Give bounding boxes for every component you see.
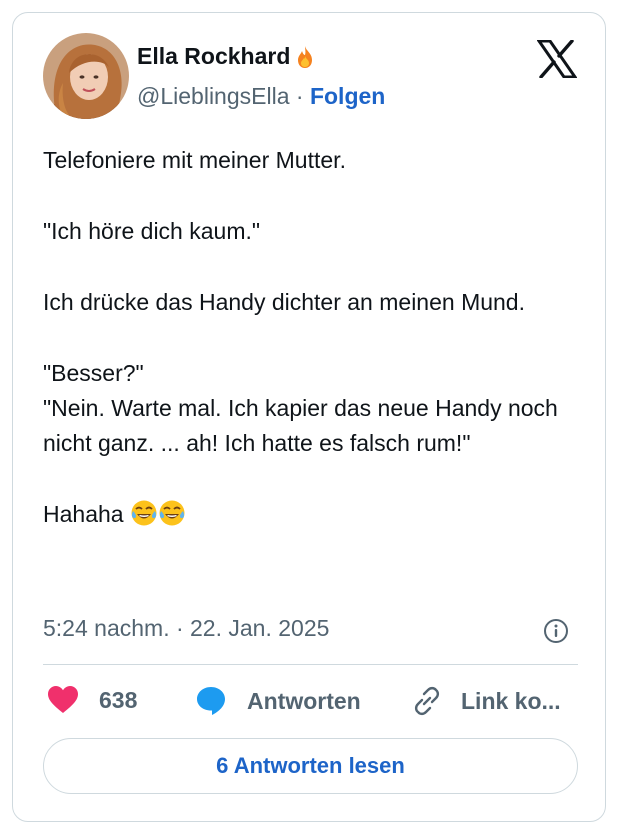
tweet-line: Hahaha: [43, 501, 124, 527]
reply-bubble-icon: [197, 687, 225, 715]
flame-icon: [292, 44, 318, 70]
copy-link-button[interactable]: Link ko...: [411, 685, 561, 717]
author-handle[interactable]: @LieblingsElla: [137, 83, 290, 109]
divider: [43, 664, 578, 665]
separator-dot: ·: [295, 83, 304, 109]
reply-label: Antworten: [247, 687, 361, 714]
tweet-line: "Besser?": [43, 360, 144, 386]
avatar-image: [43, 33, 129, 119]
copy-link-label: Link ko...: [461, 687, 561, 714]
link-icon: [414, 686, 440, 716]
avatar[interactable]: [43, 33, 129, 119]
tears-of-joy-emoji: [130, 499, 158, 527]
tweet-line: Telefoniere mit meiner Mutter.: [43, 147, 346, 173]
info-icon[interactable]: [543, 618, 569, 644]
display-name[interactable]: Ella Rockhard: [137, 43, 290, 70]
tweet-line: "Nein. Warte mal. Ich kapier das neue Ha…: [43, 395, 558, 456]
tweet-line: Ich drücke das Handy dichter an meinen M…: [43, 289, 525, 315]
tweet-line: "Ich höre dich kaum.": [43, 218, 261, 244]
reply-button[interactable]: Antworten: [195, 685, 361, 717]
heart-icon: [48, 686, 78, 713]
x-logo-icon[interactable]: [536, 39, 578, 79]
like-button[interactable]: 638: [47, 685, 137, 715]
read-replies-label: 6 Antworten lesen: [216, 753, 405, 778]
like-count: 638: [99, 686, 138, 713]
read-replies-button[interactable]: 6 Antworten lesen: [43, 738, 578, 794]
follow-button[interactable]: Folgen: [310, 83, 385, 109]
tweet-card: Ella Rockhard @LieblingsElla · Folgen Te…: [12, 12, 606, 822]
author-name-row[interactable]: Ella Rockhard: [137, 43, 318, 70]
tweet-line-last: Hahaha: [43, 497, 588, 532]
tweet-timestamp[interactable]: 5:24 nachm. · 22. Jan. 2025: [43, 615, 329, 642]
author-handle-row: @LieblingsElla · Folgen: [137, 83, 385, 110]
tweet-text: Telefoniere mit meiner Mutter. "Ich höre…: [43, 143, 588, 532]
tears-of-joy-emoji: [158, 499, 186, 527]
